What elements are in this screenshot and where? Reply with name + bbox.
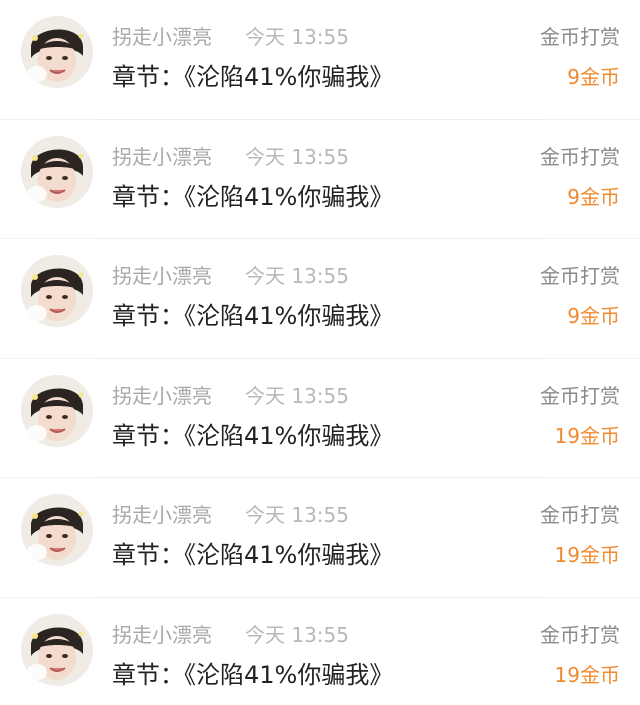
list-item[interactable]: 拐走小漂亮 今天 13:55 章节：《沦陷41%你骗我》 金币打赏 9金币 — [0, 119, 640, 240]
list-item[interactable]: 拐走小漂亮 今天 13:55 章节：《沦陷41%你骗我》 金币打赏 19金币 — [0, 478, 640, 598]
chapter-title: 章节：《沦陷41%你骗我》 — [112, 541, 394, 570]
user-avatar-icon[interactable] — [21, 613, 93, 686]
reward-amount: 19金币 — [554, 662, 620, 687]
reward-type: 金币打赏 — [540, 383, 620, 408]
chapter-title: 章节：《沦陷41%你骗我》 — [112, 660, 394, 689]
chapter-title: 章节：《沦陷41%你骗我》 — [112, 421, 394, 450]
timestamp: 今天 13:55 — [245, 144, 349, 169]
user-avatar-icon[interactable] — [21, 135, 93, 208]
reward-amount: 9金币 — [567, 304, 620, 329]
reward-type: 金币打赏 — [540, 622, 620, 647]
timestamp: 今天 13:55 — [245, 383, 349, 408]
user-name[interactable]: 拐走小漂亮 — [112, 263, 212, 289]
user-avatar-icon[interactable] — [21, 16, 93, 88]
reward-amount: 19金币 — [554, 543, 620, 568]
user-name[interactable]: 拐走小漂亮 — [112, 383, 212, 409]
reward-type: 金币打赏 — [540, 144, 620, 169]
reward-amount: 9金币 — [567, 184, 620, 209]
reward-list: 拐走小漂亮 今天 13:55 章节：《沦陷41%你骗我》 金币打赏 9金币 拐走… — [0, 0, 640, 705]
reward-amount: 9金币 — [567, 65, 620, 89]
user-name[interactable]: 拐走小漂亮 — [112, 24, 212, 50]
user-avatar-icon[interactable] — [21, 374, 93, 447]
reward-type: 金币打赏 — [540, 25, 620, 49]
timestamp: 今天 13:55 — [245, 503, 349, 528]
reward-amount: 19金币 — [554, 423, 620, 448]
user-avatar-icon[interactable] — [21, 255, 93, 328]
chapter-title: 章节：《沦陷41%你骗我》 — [112, 63, 394, 91]
timestamp: 今天 13:55 — [245, 622, 349, 647]
timestamp: 今天 13:55 — [245, 264, 349, 289]
user-avatar-icon[interactable] — [21, 494, 93, 567]
chapter-title: 章节：《沦陷41%你骗我》 — [112, 182, 394, 211]
list-item[interactable]: 拐走小漂亮 今天 13:55 章节：《沦陷41%你骗我》 金币打赏 9金币 — [0, 239, 640, 359]
timestamp: 今天 13:55 — [245, 25, 349, 49]
chapter-title: 章节：《沦陷41%你骗我》 — [112, 302, 394, 331]
list-item[interactable]: 拐走小漂亮 今天 13:55 章节：《沦陷41%你骗我》 金币打赏 19金币 — [0, 597, 640, 705]
user-name[interactable]: 拐走小漂亮 — [112, 144, 212, 170]
reward-type: 金币打赏 — [540, 503, 620, 528]
user-name[interactable]: 拐走小漂亮 — [112, 622, 212, 648]
user-name[interactable]: 拐走小漂亮 — [112, 502, 212, 528]
list-item[interactable]: 拐走小漂亮 今天 13:55 章节：《沦陷41%你骗我》 金币打赏 19金币 — [0, 358, 640, 479]
reward-type: 金币打赏 — [540, 264, 620, 289]
list-item[interactable]: 拐走小漂亮 今天 13:55 章节：《沦陷41%你骗我》 金币打赏 9金币 — [0, 0, 640, 120]
